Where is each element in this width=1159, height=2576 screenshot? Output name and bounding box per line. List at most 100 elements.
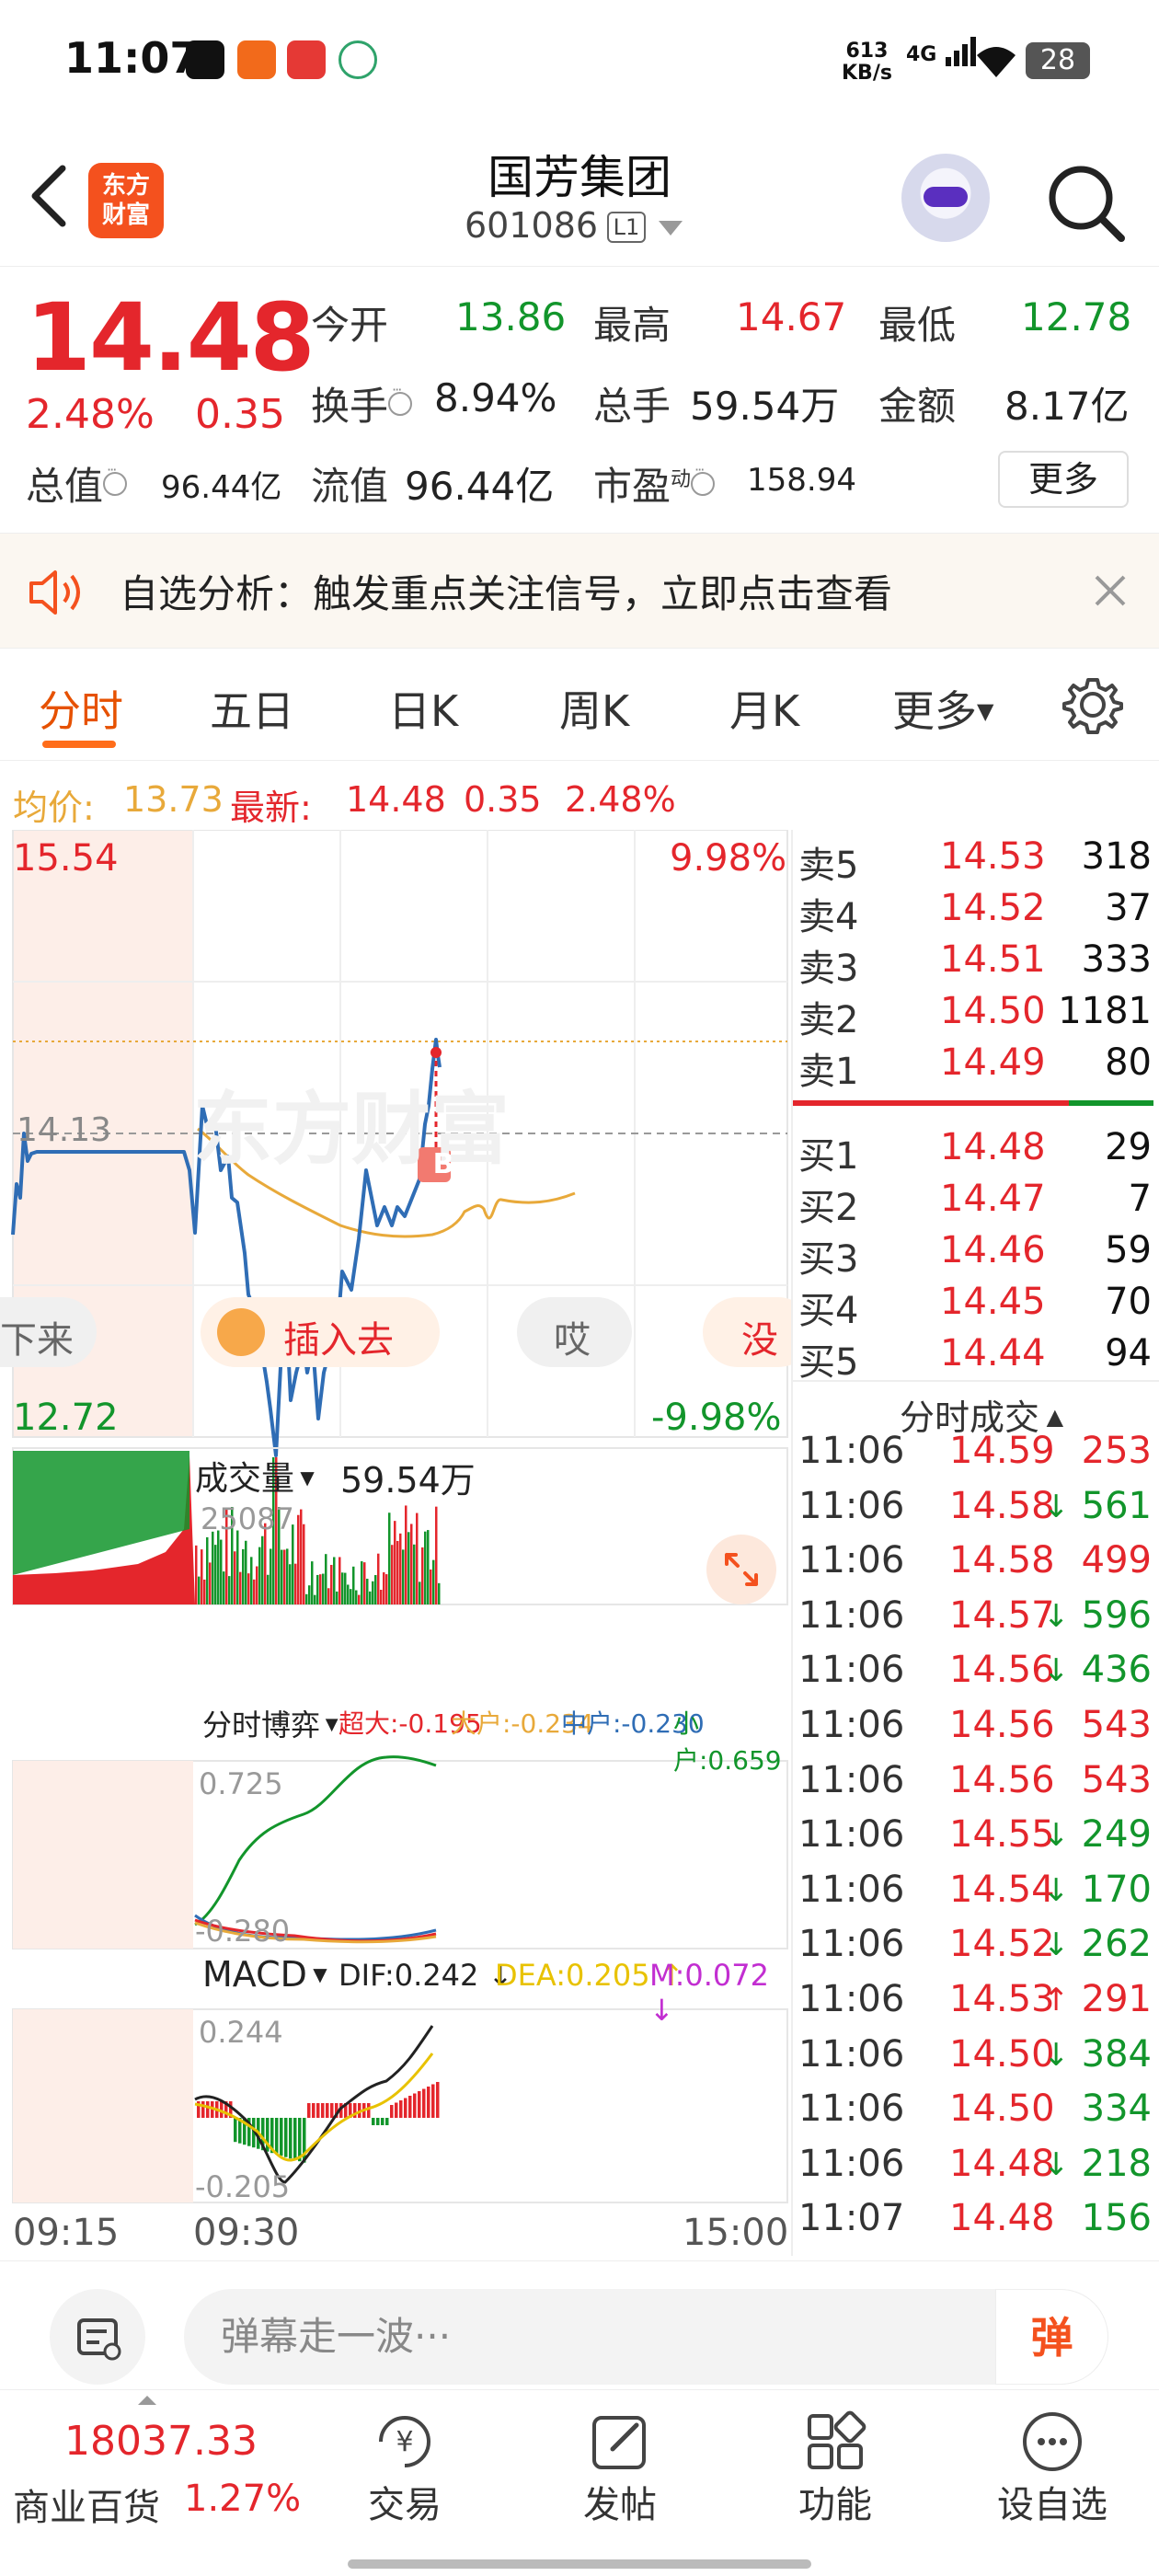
- macd-bar: [381, 2118, 384, 2125]
- volume-bar: [281, 1549, 283, 1604]
- volume-bar: [361, 1561, 363, 1604]
- signal-icon: 4G: [906, 37, 981, 66]
- volume-bar: [201, 1549, 203, 1604]
- low-value: 12.78: [1021, 294, 1132, 339]
- trade-row: 11:06 14.57 ↓ 596: [793, 1594, 1159, 1648]
- tab-intraday[interactable]: 分时: [39, 678, 123, 739]
- tab-trade[interactable]: ¥ 交易: [313, 2390, 497, 2537]
- tab-post[interactable]: 发帖: [528, 2390, 712, 2537]
- gear-icon[interactable]: [1062, 674, 1123, 735]
- volume-bar: [407, 1532, 410, 1604]
- ask-row: 卖4 14.52 37: [798, 887, 1152, 938]
- more-button[interactable]: 更多: [998, 451, 1129, 508]
- trade-price: 14.50: [949, 2087, 1055, 2131]
- volume-bar: [198, 1576, 201, 1604]
- sector-index-name[interactable]: 商业百货: [13, 2478, 160, 2531]
- trade-volume: 561: [1081, 1484, 1152, 1527]
- trade-time: 11:06: [798, 1484, 905, 1527]
- danmu-input[interactable]: 弹幕走一波···: [184, 2289, 1108, 2385]
- info-icon[interactable]: [103, 461, 128, 496]
- tab-daily-k[interactable]: 日K: [388, 678, 458, 739]
- volume-bar: [228, 1576, 231, 1604]
- chart-tabs: 分时 五日 日K 周K 月K 更多▼: [0, 649, 1159, 761]
- info-icon[interactable]: [388, 381, 413, 416]
- trade-volume: 384: [1081, 2032, 1152, 2076]
- volume-bar: [388, 1512, 391, 1604]
- intraday-chart[interactable]: 15.54 14.13 12.72 9.98% -9.98% 东方财富 B 下来…: [0, 830, 791, 2260]
- close-icon[interactable]: [1085, 566, 1135, 615]
- chevron-down-icon[interactable]: [659, 221, 683, 236]
- tab-add-watchlist[interactable]: 设自选: [960, 2390, 1144, 2537]
- game-indicator-select[interactable]: 分时博弈 ▼: [202, 1702, 339, 1744]
- macd-bar: [376, 2118, 380, 2125]
- home-indicator[interactable]: [348, 2559, 811, 2569]
- trade-time: 11:06: [798, 2032, 905, 2076]
- trade-price: 14.55: [949, 1813, 1055, 1857]
- tab-monthly-k[interactable]: 月K: [729, 678, 799, 739]
- sector-index-value[interactable]: 18037.33: [64, 2418, 258, 2465]
- robot-avatar-icon[interactable]: [901, 154, 990, 242]
- expand-button[interactable]: [706, 1535, 776, 1604]
- volume-bar: [214, 1545, 217, 1604]
- volume-bar: [292, 1524, 294, 1604]
- macd-bar: [234, 2118, 237, 2143]
- turnover-label: 换手: [311, 375, 413, 431]
- caret-down-icon: ▼: [306, 1963, 327, 1985]
- stock-code[interactable]: 601086: [465, 205, 598, 246]
- alert-text[interactable]: 自选分析：触发重点关注信号，立即点击查看: [120, 563, 892, 619]
- macd-bar: [312, 2103, 316, 2118]
- battery-icon: 28: [1026, 42, 1090, 79]
- tab-weekly-k[interactable]: 周K: [559, 678, 629, 739]
- macd-bar: [316, 2103, 320, 2118]
- trade-price: 14.56: [949, 1704, 1055, 1746]
- macd-bar: [201, 2101, 205, 2118]
- pe-value: 158.94: [747, 462, 856, 499]
- tab-functions[interactable]: 功能: [743, 2390, 927, 2537]
- danmu-settings-button[interactable]: [50, 2289, 145, 2385]
- trade-time: 11:06: [798, 1813, 905, 1857]
- danmu-send-button[interactable]: 弹: [995, 2289, 1108, 2385]
- volume-bar: [234, 1551, 236, 1604]
- sector-index-pct[interactable]: 1.27%: [184, 2478, 301, 2520]
- macd-bar: [275, 2118, 279, 2155]
- pct-max-label: 9.98%: [670, 837, 787, 880]
- volume-bar: [435, 1506, 438, 1604]
- macd-bar: [422, 2088, 426, 2118]
- trade-volume: 596: [1081, 1593, 1152, 1637]
- open-value: 13.86: [455, 294, 567, 339]
- trade-row: 11:07 14.48 156: [793, 2197, 1159, 2250]
- shopping-icon: [287, 40, 326, 79]
- more-icon: [1023, 2412, 1082, 2471]
- latest-percent: 2.48%: [565, 779, 676, 820]
- volume-bar: [391, 1545, 394, 1604]
- macd-bar: [427, 2087, 430, 2118]
- post-icon: [592, 2416, 646, 2469]
- tab-five-day[interactable]: 五日: [210, 678, 294, 739]
- macd-bar: [293, 2118, 297, 2160]
- macd-indicator-select[interactable]: MACD ▼: [202, 1954, 327, 1995]
- search-icon[interactable]: [1044, 161, 1127, 244]
- volume-bar: [294, 1563, 297, 1604]
- float-cap-label: 流值: [311, 464, 389, 509]
- level-badge[interactable]: L1: [607, 212, 646, 243]
- volume-bar: [352, 1566, 355, 1604]
- turnover-value: 8.94%: [434, 375, 557, 420]
- tab-more[interactable]: 更多▼: [892, 678, 993, 739]
- trade-time: 11:06: [798, 1593, 905, 1637]
- buy-marker-label[interactable]: B: [427, 1147, 460, 1182]
- info-icon[interactable]: [691, 461, 716, 496]
- trade-price: 14.56: [949, 1649, 1055, 1692]
- alert-banner[interactable]: 自选分析：触发重点关注信号，立即点击查看: [0, 534, 1159, 649]
- macd-bar: [413, 2093, 417, 2118]
- volume-indicator-select[interactable]: 成交量 ▼: [195, 1452, 315, 1500]
- volume-bar: [333, 1557, 336, 1604]
- caret-up-icon: ▲: [1039, 1404, 1064, 1430]
- prev-close-label: 14.13: [17, 1111, 112, 1149]
- danmu-text: 下来: [0, 1319, 74, 1362]
- volume-bar: [303, 1524, 305, 1604]
- macd-min-label: -0.205: [195, 2169, 291, 2204]
- svg-text:¥: ¥: [396, 2426, 413, 2458]
- amount-value: 8.17亿: [1004, 384, 1130, 429]
- speaker-icon: [29, 570, 80, 615]
- tiktok-icon: [186, 40, 224, 79]
